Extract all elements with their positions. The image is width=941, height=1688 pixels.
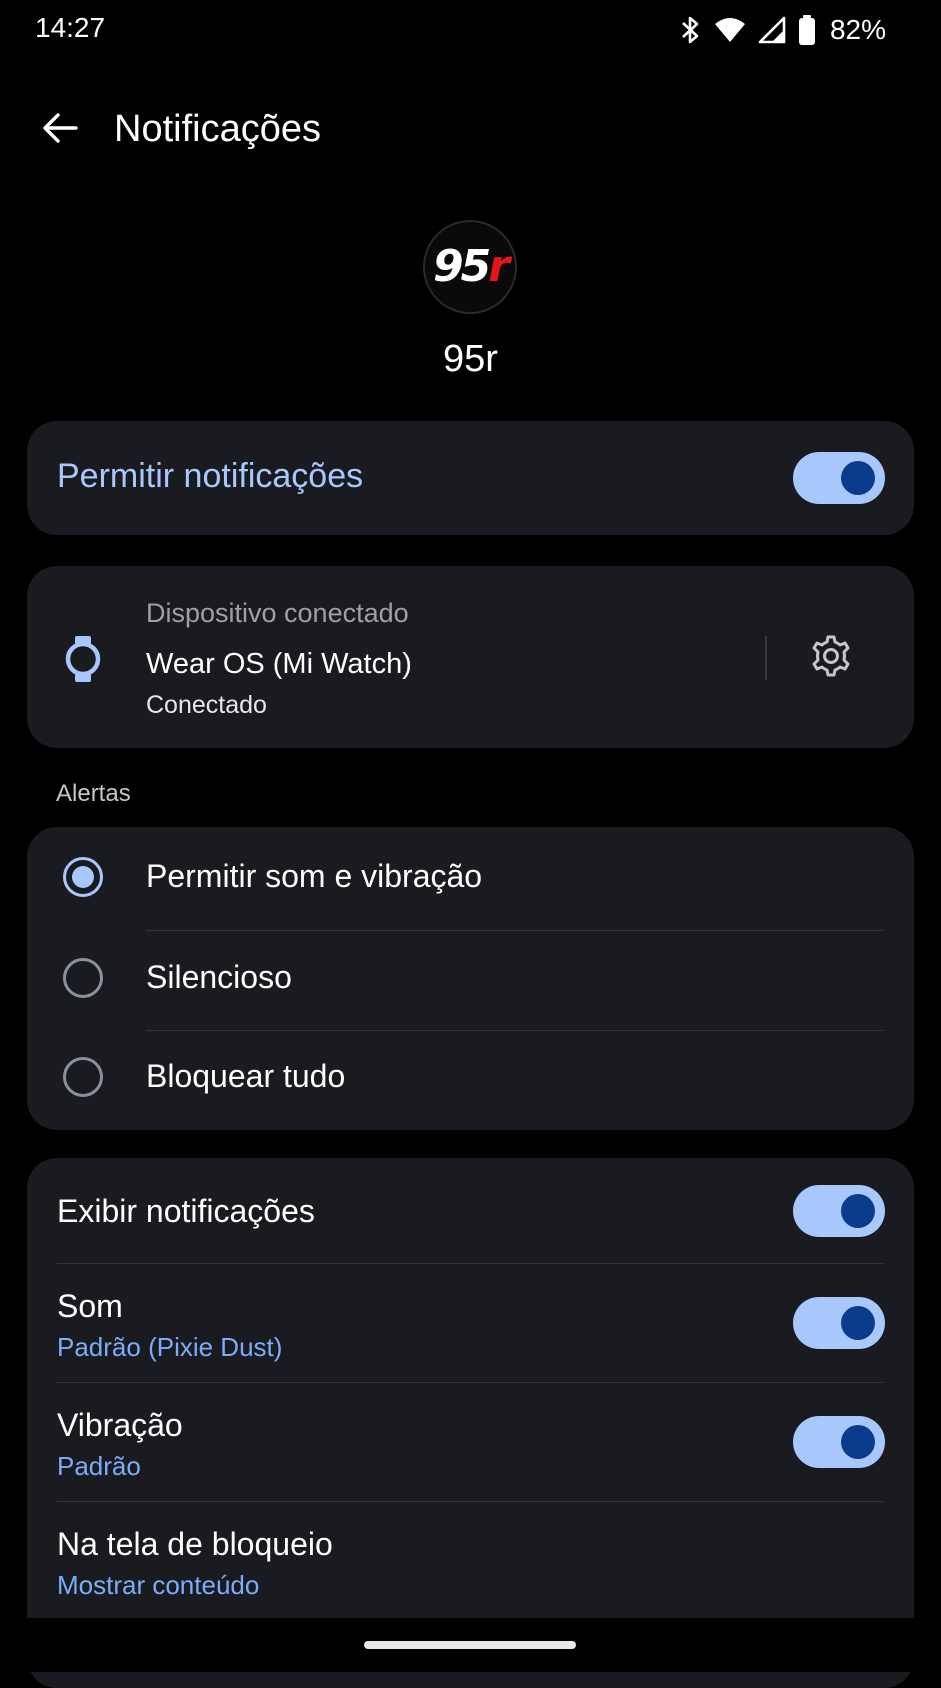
alert-option-silent[interactable]: Silencioso — [27, 928, 914, 1028]
page-title: Notificações — [114, 108, 321, 150]
arrow-back-icon — [40, 108, 80, 153]
device-caption: Dispositivo conectado — [146, 598, 409, 628]
allow-notifications-toggle[interactable] — [793, 452, 885, 504]
setting-title: Exibir notificações — [57, 1193, 315, 1229]
lock-screen-row[interactable]: Na tela de bloqueio Mostrar conteúdo — [27, 1502, 914, 1620]
back-button[interactable] — [30, 100, 90, 160]
wifi-icon — [714, 16, 746, 44]
device-settings-button[interactable] — [807, 634, 855, 682]
setting-value: Padrão (Pixie Dust) — [57, 1332, 283, 1362]
sound-toggle[interactable] — [793, 1297, 885, 1349]
alert-option-sound-vibration[interactable]: Permitir som e vibração — [27, 827, 914, 927]
status-icons: 82% — [680, 12, 886, 48]
alert-option-label: Permitir som e vibração — [146, 858, 483, 894]
alert-option-label: Bloquear tudo — [146, 1058, 346, 1094]
connected-device-card[interactable]: Dispositivo conectado Wear OS (Mi Watch)… — [27, 566, 914, 748]
gesture-handle[interactable] — [364, 1641, 576, 1649]
setting-value: Mostrar conteúdo — [57, 1570, 260, 1600]
alert-option-block-all[interactable]: Bloquear tudo — [27, 1027, 914, 1127]
bluetooth-icon — [680, 15, 702, 45]
setting-title: Vibração — [57, 1407, 183, 1443]
alert-option-label: Silencioso — [146, 959, 292, 995]
status-time: 14:27 — [35, 12, 106, 43]
toggle-knob — [841, 1425, 875, 1459]
watch-icon — [63, 634, 103, 684]
toggle-knob — [841, 1194, 875, 1228]
device-name: Wear OS (Mi Watch) — [146, 648, 412, 680]
vibration-row[interactable]: Vibração Padrão — [27, 1383, 914, 1501]
notification-settings-card: Exibir notificações Som Padrão (Pixie Du… — [27, 1158, 914, 1688]
alerts-card: Permitir som e vibração Silencioso Bloqu… — [27, 827, 914, 1130]
setting-title: Na tela de bloqueio — [57, 1526, 333, 1562]
show-notifications-toggle[interactable] — [793, 1185, 885, 1237]
gear-icon — [809, 634, 853, 683]
setting-title: Som — [57, 1288, 123, 1324]
alerts-section-label: Alertas — [56, 780, 131, 807]
battery-icon — [798, 15, 816, 45]
sound-row[interactable]: Som Padrão (Pixie Dust) — [27, 1264, 914, 1382]
app-logo-accent: r — [488, 241, 510, 292]
app-bar: Notificações — [0, 90, 941, 170]
app-name: 95r — [443, 338, 498, 380]
allow-notifications-label: Permitir notificações — [57, 457, 364, 495]
toggle-knob — [841, 461, 875, 495]
allow-notifications-card[interactable]: Permitir notificações — [27, 421, 914, 535]
vibration-toggle[interactable] — [793, 1416, 885, 1468]
app-logo: 95r — [423, 220, 517, 314]
device-status: Conectado — [146, 691, 267, 719]
divider — [765, 636, 767, 680]
toggle-knob — [841, 1306, 875, 1340]
radio-button[interactable] — [63, 958, 103, 998]
radio-button[interactable] — [63, 1057, 103, 1097]
radio-button-selected[interactable] — [63, 857, 103, 897]
show-notifications-row[interactable]: Exibir notificações — [27, 1158, 914, 1263]
battery-percentage: 82% — [829, 14, 886, 45]
status-bar: 14:27 82% — [0, 0, 941, 60]
app-logo-number: 95 — [433, 241, 491, 292]
setting-value: Padrão — [57, 1451, 141, 1481]
cellular-signal-icon — [758, 16, 786, 44]
